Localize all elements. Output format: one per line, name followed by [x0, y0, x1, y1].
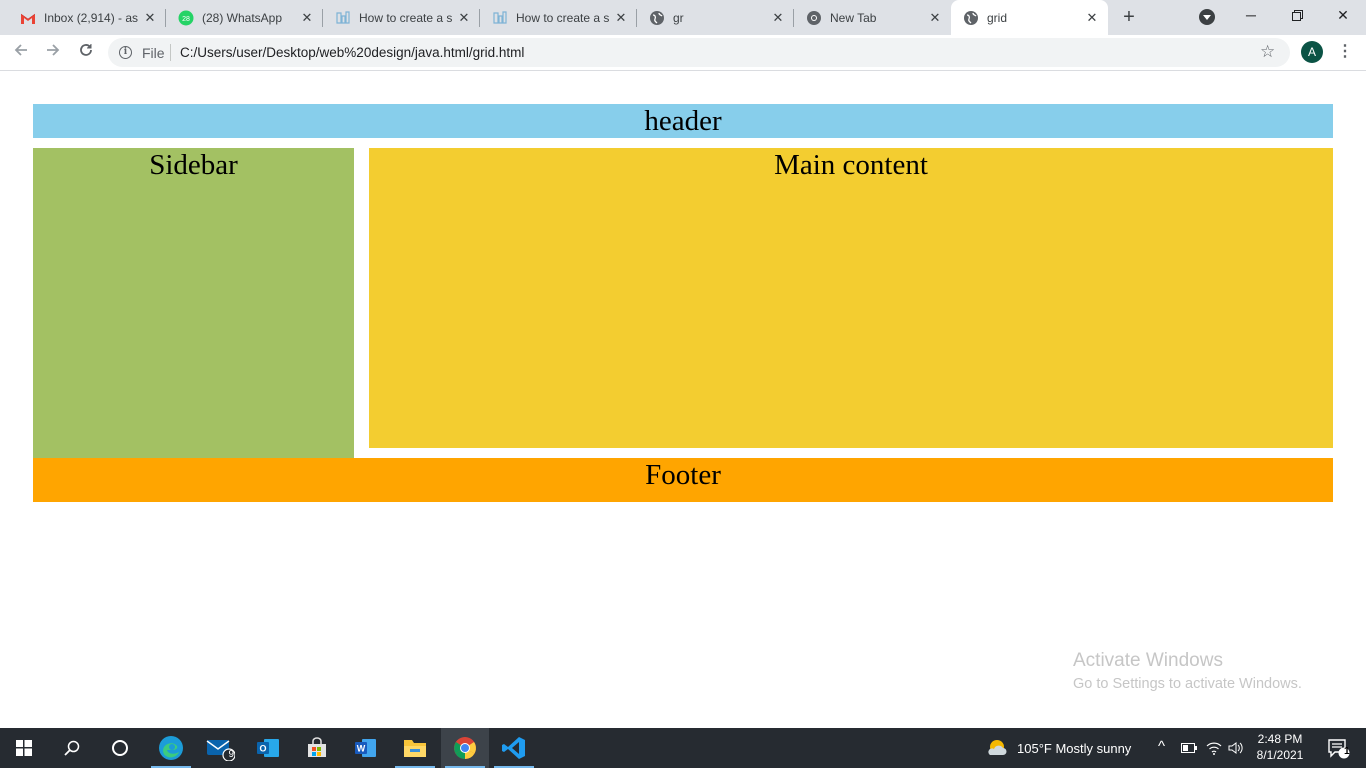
- taskbar-store[interactable]: [293, 728, 341, 768]
- activate-windows-title: Activate Windows: [1073, 650, 1223, 671]
- tab-title: New Tab: [830, 10, 877, 25]
- svg-text:28: 28: [182, 16, 190, 23]
- search-button[interactable]: [48, 728, 96, 768]
- url-text[interactable]: C:/Users/user/Desktop/web%20design/java.…: [180, 45, 524, 60]
- tab-grid[interactable]: grid ✕: [951, 0, 1108, 36]
- forward-button[interactable]: [41, 40, 65, 64]
- cortana-circle-icon: [112, 740, 128, 756]
- site-icon: [335, 10, 351, 26]
- reload-icon: [80, 44, 92, 56]
- tab-title: (28) WhatsApp: [202, 10, 283, 25]
- svg-text:W: W: [357, 744, 366, 754]
- taskbar-edge[interactable]: [147, 728, 195, 768]
- taskbar-outlook[interactable]: O: [244, 728, 292, 768]
- taskbar-vscode[interactable]: [490, 728, 538, 768]
- info-icon[interactable]: i: [119, 46, 132, 59]
- whatsapp-icon: 28: [178, 10, 194, 26]
- kebab-menu-icon[interactable]: ⋮: [1337, 40, 1353, 64]
- folder-icon: [404, 740, 426, 757]
- taskbar-word[interactable]: W: [342, 728, 390, 768]
- chrome-icon: [806, 10, 822, 26]
- tab-whatsapp[interactable]: 28 (28) WhatsApp ✕: [166, 0, 323, 35]
- sun-cloud-icon: [988, 740, 1007, 755]
- search-icon: [64, 740, 80, 756]
- tab-title: Inbox (2,914) - as: [44, 10, 139, 25]
- back-arrow-icon: [14, 44, 27, 56]
- vscode-icon: [502, 737, 525, 759]
- weather-widget-icon-wrap[interactable]: [984, 728, 1010, 768]
- battery-icon[interactable]: [1180, 728, 1198, 768]
- reload-button[interactable]: [74, 40, 98, 64]
- system-clock[interactable]: 2:48 PM 8/1/2021: [1248, 731, 1312, 763]
- web-page: header Sidebar Main content Footer Activ…: [0, 71, 1366, 728]
- start-button[interactable]: [0, 728, 48, 768]
- windows-logo-icon: [16, 740, 32, 756]
- grid-footer: Footer: [33, 458, 1333, 502]
- close-icon[interactable]: ✕: [299, 10, 315, 26]
- close-icon[interactable]: ✕: [927, 10, 943, 26]
- taskbar-chrome[interactable]: [441, 728, 489, 768]
- tab-how-to-create-1[interactable]: How to create a s ✕: [323, 0, 480, 35]
- store-icon: [308, 737, 326, 757]
- close-icon[interactable]: ✕: [142, 10, 158, 26]
- tab-title: How to create a s: [359, 10, 453, 25]
- tab-title: How to create a s: [516, 10, 610, 25]
- tab-how-to-create-2[interactable]: How to create a s ✕: [480, 0, 637, 35]
- globe-icon: [963, 10, 979, 26]
- windows-taskbar: 9 O W 105°F Mostly sunny ^ 2:48 PM 8/1/2…: [0, 728, 1366, 768]
- back-button[interactable]: [9, 40, 33, 64]
- weather-text[interactable]: 105°F Mostly sunny: [1017, 741, 1131, 756]
- gmail-icon: [20, 10, 36, 26]
- volume-icon[interactable]: [1227, 728, 1245, 768]
- close-icon[interactable]: ✕: [770, 10, 786, 26]
- close-icon[interactable]: ✕: [613, 10, 629, 26]
- grid-main-content: Main content: [369, 148, 1333, 448]
- grid-header: header: [33, 104, 1333, 138]
- forward-arrow-icon: [47, 44, 60, 56]
- tab-new-tab[interactable]: New Tab ✕: [794, 0, 951, 35]
- wifi-icon[interactable]: [1205, 728, 1223, 768]
- tab-strip: Inbox (2,914) - as ✕ 28 (28) WhatsApp ✕ …: [0, 0, 1366, 36]
- bookmark-star-icon[interactable]: ☆: [1260, 42, 1275, 62]
- chevron-up-icon[interactable]: ^: [1158, 738, 1165, 755]
- clock-time: 2:48 PM: [1257, 732, 1303, 746]
- restore-icon: [1291, 10, 1303, 21]
- activate-windows-subtitle: Go to Settings to activate Windows.: [1073, 676, 1302, 692]
- chrome-app-icon: [454, 737, 476, 759]
- file-scheme-label: File: [142, 45, 165, 61]
- new-tab-button[interactable]: +: [1117, 6, 1141, 30]
- minimize-button[interactable]: ─: [1228, 0, 1274, 30]
- tab-search-icon[interactable]: [1199, 9, 1215, 25]
- edge-icon: [159, 736, 183, 760]
- tab-title: grid: [987, 11, 1008, 25]
- grid-sidebar: Sidebar: [33, 148, 354, 458]
- divider: [170, 44, 171, 61]
- restore-button[interactable]: [1274, 0, 1320, 30]
- globe-icon: [649, 10, 665, 26]
- close-icon[interactable]: ✕: [456, 10, 472, 26]
- browser-toolbar: i File C:/Users/user/Desktop/web%20desig…: [0, 35, 1366, 71]
- outlook-icon: O: [257, 739, 279, 757]
- profile-avatar[interactable]: A: [1301, 41, 1323, 63]
- notification-center-button[interactable]: 1: [1318, 728, 1358, 768]
- taskbar-file-explorer[interactable]: [391, 728, 439, 768]
- notification-count: 1: [1344, 746, 1350, 757]
- address-bar[interactable]: i File C:/Users/user/Desktop/web%20desig…: [108, 38, 1290, 67]
- close-icon[interactable]: ✕: [1084, 10, 1100, 26]
- clock-date: 8/1/2021: [1256, 748, 1304, 762]
- cortana-button[interactable]: [96, 728, 144, 768]
- tab-title: gr: [673, 10, 684, 25]
- close-window-button[interactable]: ✕: [1320, 0, 1366, 30]
- mail-badge-count: 9: [228, 749, 234, 760]
- tab-gr[interactable]: gr ✕: [637, 0, 794, 35]
- taskbar-mail[interactable]: 9: [196, 728, 244, 768]
- word-icon: W: [355, 739, 376, 757]
- site-icon: [492, 10, 508, 26]
- tab-gmail[interactable]: Inbox (2,914) - as ✕: [8, 0, 166, 35]
- svg-text:O: O: [259, 744, 266, 754]
